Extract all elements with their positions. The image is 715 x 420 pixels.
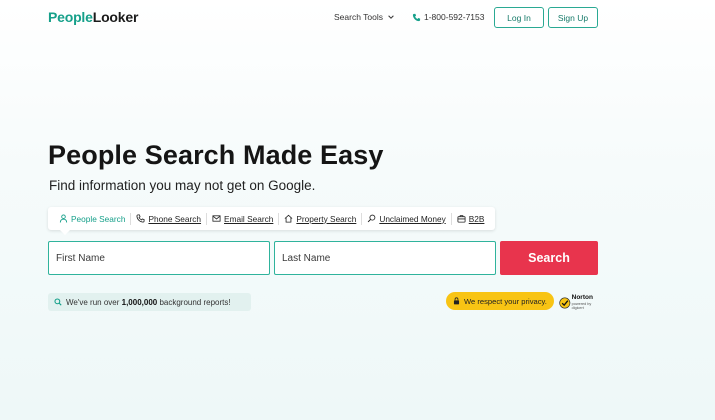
person-icon [59,214,68,223]
envelope-icon [212,215,221,222]
search-tools-label: Search Tools [334,12,383,22]
tab-phone-search[interactable]: Phone Search [131,214,206,224]
last-name-input[interactable] [274,241,496,275]
reports-text: We've run over 1,000,000 background repo… [66,298,231,307]
house-icon [285,214,293,223]
phone-icon [412,13,421,21]
reports-suffix: background reports! [157,297,231,307]
tab-label: Phone Search [148,213,202,224]
norton-text: Norton powered by digicert [572,295,599,310]
briefcase-icon [457,215,466,223]
hero-subtitle: Find information you may not get on Goog… [49,178,316,193]
search-type-tabs: People Search Phone Search Email Search … [48,207,496,230]
tab-people-search[interactable]: People Search [54,214,130,224]
chevron-down-icon [388,15,394,19]
tab-label: Unclaimed Money [379,213,446,224]
tab-label: Email Search [224,213,274,224]
tab-label: People Search [71,213,126,224]
magnifier-icon [368,214,376,223]
active-tab-pointer [60,230,70,235]
search-tools-menu[interactable]: Search Tools [334,12,395,22]
phone-icon [136,214,145,223]
tab-b2b[interactable]: B2B [452,214,490,224]
reports-count-badge: We've run over 1,000,000 background repo… [48,293,251,311]
norton-subtext: powered by digicert [571,301,592,310]
magnifier-icon [54,298,62,306]
phone-number-text: 1-800-592-7153 [424,12,485,22]
login-button[interactable]: Log In [494,7,544,28]
hero-title: People Search Made Easy [48,140,384,170]
peoplelooker-logo[interactable]: People Looker [48,9,138,25]
tab-label: B2B [468,213,485,224]
tab-unclaimed-money[interactable]: Unclaimed Money [362,214,450,224]
norton-checkmark-icon [559,297,571,309]
tab-label: Property Search [296,213,357,224]
signup-button[interactable]: Sign Up [548,7,598,28]
tab-email-search[interactable]: Email Search [207,214,278,224]
norton-seal: Norton powered by digicert [559,291,599,315]
logo-text-people: People [48,9,93,25]
privacy-badge: We respect your privacy. [446,292,554,310]
lock-icon [453,297,460,305]
search-button[interactable]: Search [500,241,598,275]
tab-property-search[interactable]: Property Search [279,214,361,224]
phone-number-link[interactable]: 1-800-592-7153 [412,12,485,22]
logo-text-looker: Looker [92,9,139,25]
top-header: People Looker Search Tools 1-800-592-715… [0,0,715,36]
reports-count: 1,000,000 [121,297,158,307]
reports-prefix: We've run over [66,297,122,307]
privacy-text: We respect your privacy. [464,296,547,306]
norton-name: Norton [571,294,593,302]
first-name-input[interactable] [48,241,270,275]
